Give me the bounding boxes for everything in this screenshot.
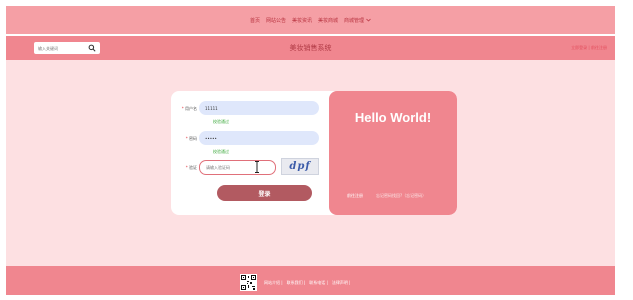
password-label: * 密码: [185, 136, 197, 141]
required-mark: *: [185, 136, 188, 141]
welcome-panel: Hello World! 前往注册 忘记密码找回?（忘记密码）: [329, 91, 457, 215]
username-label: * 用户名: [181, 106, 197, 111]
nav-item-beauty-news[interactable]: 美妆资讯: [292, 17, 312, 24]
captcha-label: * 验证: [185, 165, 197, 170]
nav-item-home[interactable]: 首页: [250, 17, 260, 24]
greeting-text: Hello World!: [354, 110, 432, 125]
text-cursor-icon: [255, 161, 259, 173]
footer-link-contact[interactable]: 联系我们 |: [287, 280, 306, 286]
nav-item-mall-admin[interactable]: 商城管理: [344, 17, 371, 24]
username-field[interactable]: 11111: [199, 101, 319, 115]
chevron-down-icon: [366, 18, 371, 22]
footer-links: 网站介绍 | 联系我们 | 联系电话 | 法律声明 |: [264, 280, 351, 286]
header-bar: 美妆销售系统 立即登录 | 前往注册: [6, 36, 615, 60]
required-mark: *: [185, 165, 188, 170]
login-card: * 用户名 11111 校验通过 * 密码 ••••• 校验通过 * 验证 dp…: [171, 91, 457, 215]
username-hint: 校验通过: [213, 119, 229, 124]
password-field[interactable]: •••••: [199, 131, 319, 145]
top-navigation: 首页 网站公告 美妆资讯 美妆商城 商城管理: [6, 6, 615, 34]
captcha-field: [199, 160, 276, 175]
qr-code-icon: [240, 274, 257, 291]
footer-link-legal[interactable]: 法律声明 |: [332, 280, 351, 286]
register-link[interactable]: 前往注册: [347, 193, 363, 199]
login-button[interactable]: 登录: [217, 185, 312, 201]
nav-item-beauty-mall[interactable]: 美妆商城: [318, 17, 338, 24]
nav-item-announcements[interactable]: 网站公告: [266, 17, 286, 24]
footer-link-phone[interactable]: 联系电话 |: [309, 280, 328, 286]
captcha-image[interactable]: dpf: [281, 158, 319, 175]
footer: 网站介绍 | 联系我们 | 联系电话 | 法律声明 |: [6, 266, 615, 295]
footer-link-about[interactable]: 网站介绍 |: [264, 280, 283, 286]
username-value: 11111: [205, 105, 218, 111]
login-register-links[interactable]: 立即登录 | 前往注册: [571, 45, 607, 51]
password-hint: 校验通过: [213, 149, 229, 154]
forgot-password-link[interactable]: 忘记密码找回?（忘记密码）: [376, 193, 426, 199]
nav-dropdown-label: 商城管理: [344, 17, 365, 24]
site-title: 美妆销售系统: [289, 44, 332, 52]
password-value: •••••: [205, 135, 217, 141]
required-mark: *: [181, 106, 184, 111]
